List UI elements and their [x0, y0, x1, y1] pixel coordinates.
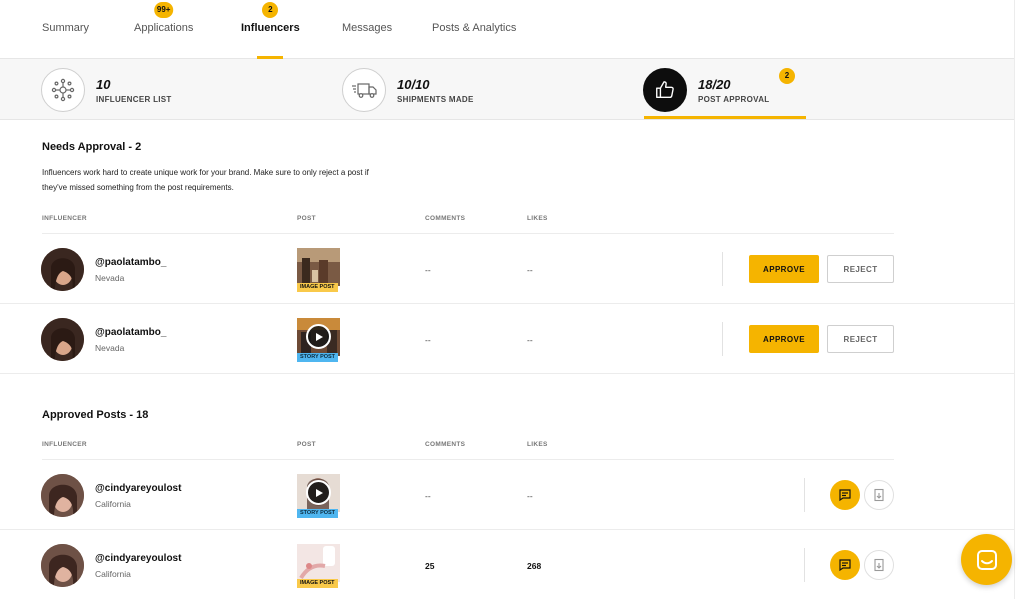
post-thumbnail[interactable]: STORY POST	[297, 318, 340, 362]
play-icon[interactable]	[306, 324, 331, 349]
chat-icon	[976, 549, 997, 570]
needs-approval-description: Influencers work hard to create unique w…	[42, 168, 369, 192]
influencer-handle[interactable]: @paolatambo_	[95, 327, 166, 338]
reject-button[interactable]: REJECT	[827, 255, 894, 283]
likes-value: 268	[527, 561, 542, 571]
avatar[interactable]	[41, 248, 84, 291]
post-approval-badge: 2	[779, 68, 795, 84]
post-thumbnail[interactable]: STORY POST	[297, 474, 340, 518]
tab-label: Posts & Analytics	[432, 22, 517, 34]
post-image	[297, 544, 340, 582]
avatar[interactable]	[41, 318, 84, 361]
network-icon	[41, 68, 85, 112]
influencer-location: California	[95, 569, 131, 579]
comments-value: --	[425, 335, 431, 345]
message-button[interactable]	[830, 550, 860, 580]
tab-messages[interactable]: Messages	[342, 22, 392, 34]
table-row: @paolatambo_ Nevada STORY POST -- -- APP…	[0, 305, 1014, 375]
table-row: @cindyareyoulost California STORY POST -…	[0, 461, 1014, 531]
column-header-influencer: INFLUENCER	[42, 215, 87, 222]
divider	[42, 233, 894, 234]
needs-approval-title: Needs Approval - 2	[42, 141, 142, 153]
approved-posts-title: Approved Posts - 18	[42, 409, 149, 421]
truck-icon	[342, 68, 386, 112]
influencer-handle[interactable]: @paolatambo_	[95, 257, 166, 268]
tab-posts-analytics[interactable]: Posts & Analytics	[432, 22, 516, 34]
stat-post-approval[interactable]: 18/20 POST APPROVAL 2	[643, 68, 813, 112]
column-header-likes: LIKES	[527, 441, 548, 448]
influencer-handle[interactable]: @cindyareyoulost	[95, 553, 181, 564]
active-stat-indicator	[644, 116, 806, 119]
divider	[722, 252, 723, 286]
tab-label: Applications	[134, 22, 194, 34]
download-button[interactable]	[864, 550, 894, 580]
post-approval-label: POST APPROVAL	[698, 95, 770, 104]
column-header-influencer: INFLUENCER	[42, 441, 87, 448]
likes-value: --	[527, 335, 533, 345]
influencer-list-label: INFLUENCER LIST	[96, 95, 172, 104]
divider	[42, 459, 894, 460]
post-type-tag: STORY POST	[297, 509, 339, 518]
comments-value: --	[425, 491, 431, 501]
reject-button[interactable]: REJECT	[827, 325, 894, 353]
divider	[0, 529, 1014, 530]
post-type-tag: IMAGE POST	[297, 579, 338, 588]
comments-value: --	[425, 265, 431, 275]
shipments-label: SHIPMENTS MADE	[397, 95, 474, 104]
approve-button[interactable]: APPROVE	[749, 255, 819, 283]
tab-applications[interactable]: 99+ Applications	[134, 2, 194, 34]
thumbs-up-icon	[643, 68, 687, 112]
column-header-likes: LIKES	[527, 215, 548, 222]
column-header-post: POST	[297, 441, 316, 448]
influencer-count: 10	[96, 77, 111, 92]
divider	[0, 303, 1014, 304]
divider	[804, 478, 805, 512]
influencer-location: California	[95, 499, 131, 509]
download-button[interactable]	[864, 480, 894, 510]
influencers-count-badge: 2	[262, 2, 279, 18]
chat-launcher-button[interactable]	[961, 534, 1012, 585]
post-type-tag: IMAGE POST	[297, 283, 338, 292]
top-tab-bar: Summary 99+ Applications 2 Influencers M…	[0, 0, 1014, 59]
divider	[804, 548, 805, 582]
table-row: @paolatambo_ Nevada IMAGE POST -- -- APP…	[0, 235, 1014, 305]
applications-count-badge: 99+	[153, 2, 174, 18]
influencer-location: Nevada	[95, 343, 125, 353]
approve-button[interactable]: APPROVE	[749, 325, 819, 353]
tab-influencers[interactable]: 2 Influencers	[241, 2, 300, 34]
column-header-post: POST	[297, 215, 316, 222]
post-thumbnail[interactable]: IMAGE POST	[297, 544, 340, 588]
stat-influencer-list[interactable]: 10 INFLUENCER LIST	[41, 68, 241, 112]
post-thumbnail[interactable]: IMAGE POST	[297, 248, 340, 292]
tab-label: Messages	[342, 22, 393, 34]
influencer-handle[interactable]: @cindyareyoulost	[95, 483, 181, 494]
column-header-comments: COMMENTS	[425, 441, 466, 448]
divider	[0, 373, 1014, 374]
table-row: @cindyareyoulost California IMAGE POST 2…	[0, 531, 1014, 599]
shipments-count: 10/10	[397, 77, 430, 92]
play-icon[interactable]	[306, 480, 331, 505]
post-approval-count: 18/20	[698, 77, 731, 92]
avatar[interactable]	[41, 544, 84, 587]
influencer-location: Nevada	[95, 273, 125, 283]
message-button[interactable]	[830, 480, 860, 510]
avatar[interactable]	[41, 474, 84, 517]
column-header-comments: COMMENTS	[425, 215, 466, 222]
likes-value: --	[527, 491, 533, 501]
divider	[722, 322, 723, 356]
post-image	[297, 248, 340, 286]
post-type-tag: STORY POST	[297, 353, 339, 362]
tab-label: Influencers	[241, 22, 300, 34]
stats-bar: 10 INFLUENCER LIST 10/10 SHIPMENTS MADE …	[0, 59, 1014, 120]
window-edge	[1014, 0, 1024, 599]
stat-shipments[interactable]: 10/10 SHIPMENTS MADE	[342, 68, 542, 112]
tab-summary[interactable]: Summary	[42, 22, 89, 34]
likes-value: --	[527, 265, 533, 275]
comments-value: 25	[425, 561, 435, 571]
tab-label: Summary	[42, 22, 90, 34]
